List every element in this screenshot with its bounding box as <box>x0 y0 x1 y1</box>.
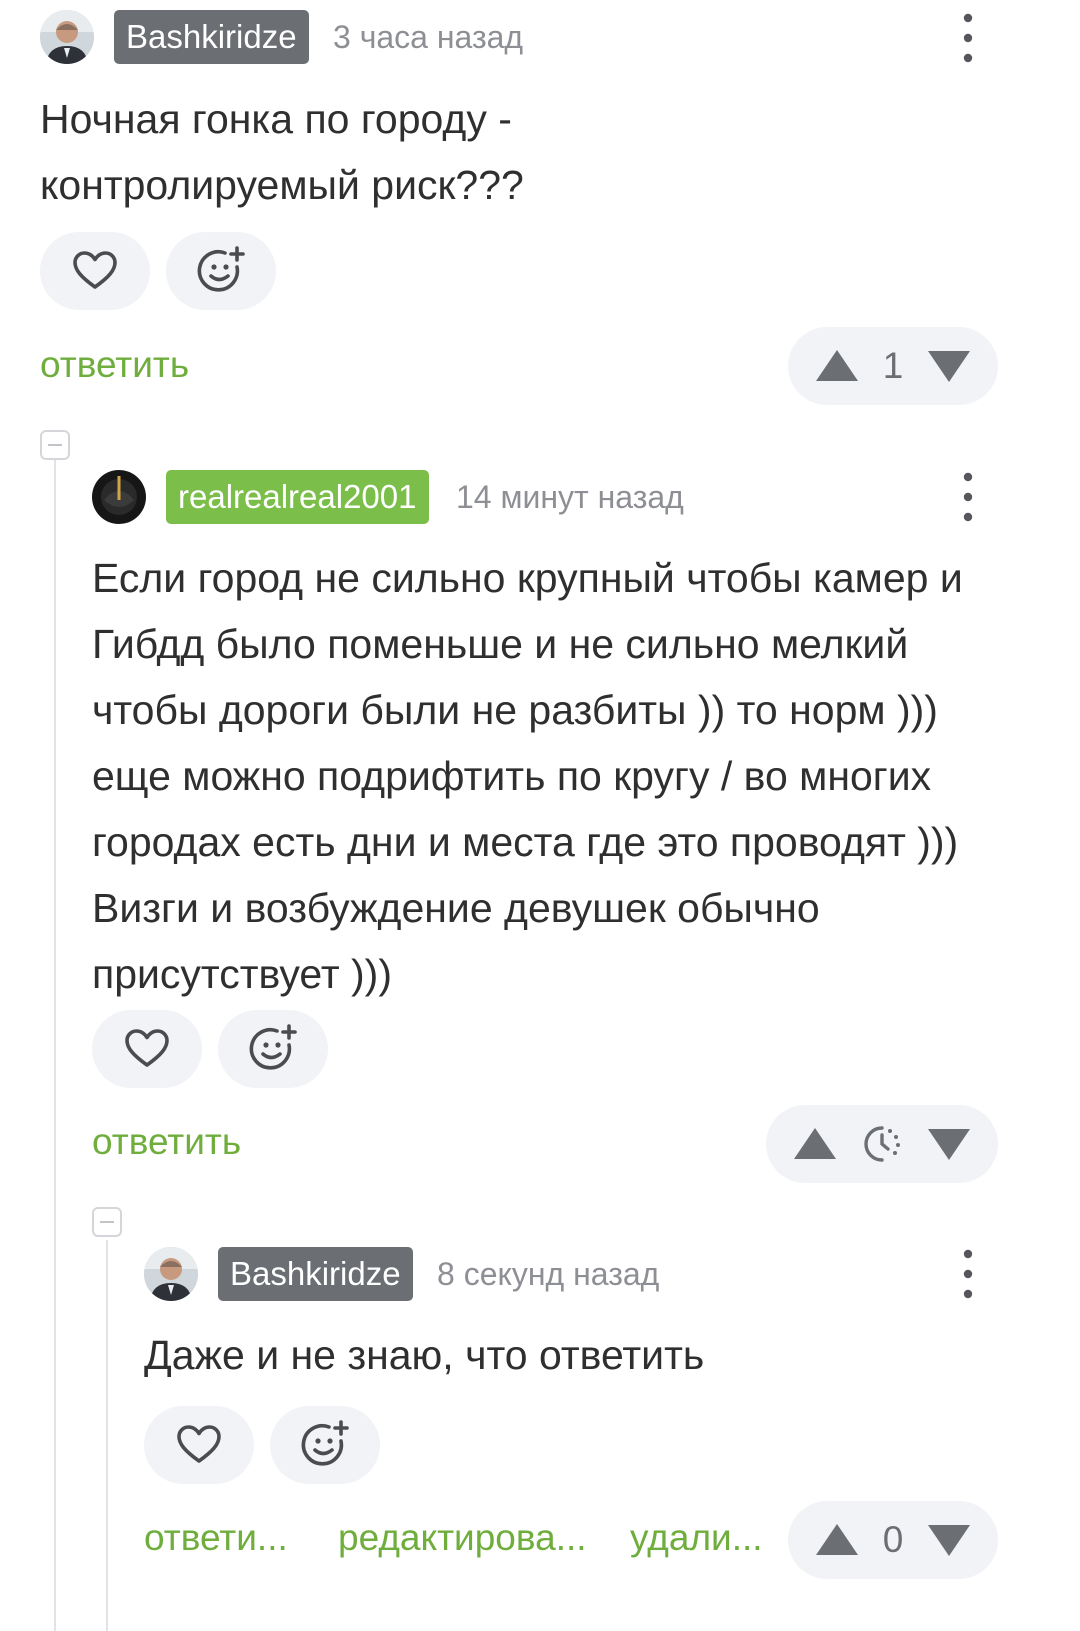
avatar[interactable] <box>92 470 146 524</box>
comment-time: 14 минут назад <box>456 479 684 515</box>
comment-time: 8 секунд назад <box>437 1256 660 1292</box>
upvote-icon[interactable] <box>792 1126 838 1162</box>
comment-text: Ночная гонка по городу - контролируемый … <box>40 86 1040 218</box>
upvote-icon[interactable] <box>814 348 860 384</box>
comment-text-line: еще можно подрифтить по кругу / во многи… <box>92 753 932 799</box>
comment-text-line: Гибдд было поменьше и не сильно мелкий <box>92 621 909 667</box>
edit-link[interactable]: редактирова... <box>338 1513 587 1563</box>
like-button[interactable] <box>144 1406 254 1484</box>
reply-link[interactable]: ответи... <box>144 1513 288 1563</box>
vote-score: 1 <box>882 345 904 386</box>
vote-score: 0 <box>882 1519 904 1560</box>
heart-icon <box>123 1025 171 1073</box>
like-button[interactable] <box>40 232 150 310</box>
comment-text-line: Даже и не знаю, что ответить <box>144 1332 705 1378</box>
comment-text-line: чтобы дороги были не разбиты )) то норм … <box>92 687 938 733</box>
avatar[interactable] <box>144 1247 198 1301</box>
upvote-icon[interactable] <box>814 1522 860 1558</box>
vote-widget <box>766 1105 998 1183</box>
add-reaction-button[interactable] <box>270 1406 380 1484</box>
thread-line <box>54 460 56 1631</box>
comment-text: Если город не сильно крупный чтобы камер… <box>92 545 1052 1007</box>
downvote-icon[interactable] <box>926 348 972 384</box>
comment-text-line: контролируемый риск??? <box>40 162 524 208</box>
like-button[interactable] <box>92 1010 202 1088</box>
add-reaction-button[interactable] <box>166 232 276 310</box>
add-reaction-button[interactable] <box>218 1010 328 1088</box>
comment-text-line: Если город не сильно крупный чтобы камер… <box>92 555 963 601</box>
reply-link[interactable]: ответить <box>40 340 189 390</box>
comment-time: 3 часа назад <box>333 19 524 55</box>
add-emoji-icon <box>195 245 247 297</box>
more-options-icon[interactable] <box>948 1244 988 1304</box>
pending-score-clock-icon <box>862 1124 902 1164</box>
comment-text-line: Ночная гонка по городу - <box>40 96 512 142</box>
comment-text-line: Визги и возбуждение девушек обычно <box>92 885 820 931</box>
more-options-icon[interactable] <box>948 8 988 68</box>
comment-text: Даже и не знаю, что ответить <box>144 1322 1044 1388</box>
delete-link[interactable]: удали... <box>630 1513 763 1563</box>
vote-widget: 0 <box>788 1501 998 1579</box>
comment-text-line: присутствует ))) <box>92 951 392 997</box>
add-emoji-icon <box>247 1023 299 1075</box>
add-emoji-icon <box>299 1419 351 1471</box>
comment-text-line: городах есть дни и места где это проводя… <box>92 819 959 865</box>
thread-line <box>106 1240 108 1631</box>
vote-widget: 1 <box>788 327 998 405</box>
author-badge[interactable]: realrealreal2001 <box>166 470 429 524</box>
avatar[interactable] <box>40 10 94 64</box>
collapse-thread-button[interactable] <box>40 430 70 460</box>
more-options-icon[interactable] <box>948 467 988 527</box>
heart-icon <box>71 247 119 295</box>
author-badge[interactable]: Bashkiridze <box>114 10 309 64</box>
downvote-icon[interactable] <box>926 1126 972 1162</box>
reply-link[interactable]: ответить <box>92 1117 241 1167</box>
heart-icon <box>175 1421 223 1469</box>
collapse-thread-button[interactable] <box>92 1207 122 1237</box>
author-badge[interactable]: Bashkiridze <box>218 1247 413 1301</box>
downvote-icon[interactable] <box>926 1522 972 1558</box>
